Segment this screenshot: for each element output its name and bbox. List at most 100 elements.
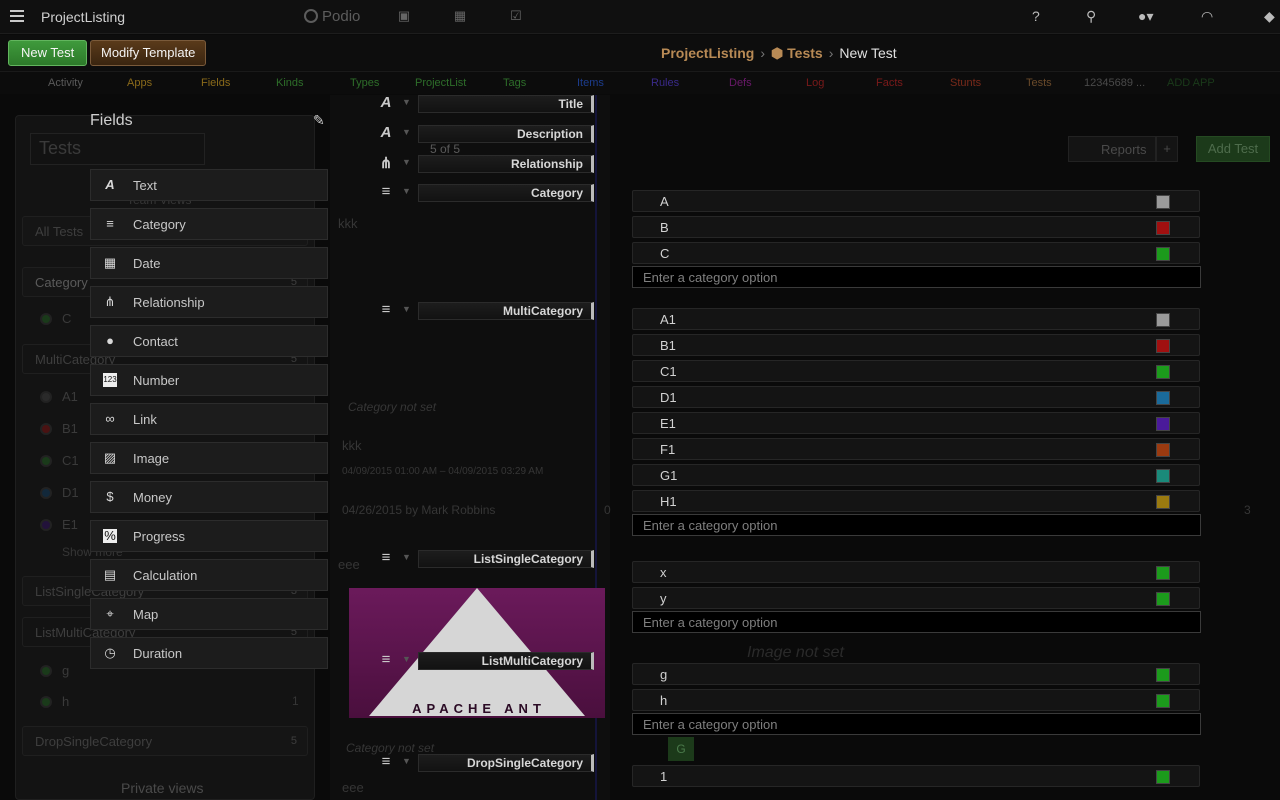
nav-item[interactable]: Tags	[503, 77, 526, 89]
help-icon[interactable]: ?	[1032, 8, 1040, 24]
caret-down-icon[interactable]: ▼	[402, 654, 411, 664]
field-type-category[interactable]: ≡ Category	[90, 208, 328, 240]
category-option[interactable]: A	[632, 190, 1200, 212]
category-option[interactable]: B1	[632, 334, 1200, 356]
nav-item[interactable]: Apps	[127, 77, 152, 89]
field-type-relationship[interactable]: ⋔ Relationship	[90, 286, 328, 318]
filter-option[interactable]: g	[40, 663, 69, 678]
filter-option[interactable]: A1	[40, 389, 78, 404]
nav-item[interactable]: Log	[806, 77, 824, 89]
color-swatch[interactable]	[1156, 195, 1170, 209]
category-option[interactable]: y	[632, 587, 1200, 609]
tasks-icon[interactable]: ☑	[509, 9, 523, 23]
filter-option[interactable]: D1	[40, 485, 79, 500]
caret-down-icon[interactable]: ▼	[402, 186, 411, 196]
color-swatch[interactable]	[1156, 566, 1170, 580]
category-option[interactable]: E1	[632, 412, 1200, 434]
field-type-map[interactable]: ⌖ Map	[90, 598, 328, 630]
color-swatch[interactable]	[1156, 495, 1170, 509]
template-field-list-single[interactable]: ≡ ▼ ListSingleCategory	[376, 548, 596, 570]
category-option[interactable]: A1	[632, 308, 1200, 330]
nav-item[interactable]: ProjectList	[415, 77, 466, 89]
field-type-progress[interactable]: % Progress	[90, 520, 328, 552]
item-title[interactable]: kkk	[342, 438, 362, 453]
search-icon[interactable]: ⚲	[1086, 8, 1096, 25]
search-input[interactable]: Tests	[30, 133, 205, 165]
color-swatch[interactable]	[1156, 443, 1170, 457]
color-swatch[interactable]	[1156, 469, 1170, 483]
nav-item[interactable]: Types	[350, 77, 379, 89]
plus-icon[interactable]: +	[1156, 136, 1178, 162]
field-type-duration[interactable]: ◷ Duration	[90, 637, 328, 669]
category-option-input[interactable]	[632, 713, 1201, 735]
nav-item[interactable]: Items	[577, 77, 604, 89]
color-swatch[interactable]	[1156, 694, 1170, 708]
category-option-input[interactable]	[632, 611, 1201, 633]
template-field-drop-single[interactable]: ≡ ▼ DropSingleCategory	[376, 752, 596, 774]
nav-item[interactable]: Kinds	[276, 77, 304, 89]
breadcrumb-workspace[interactable]: ProjectListing	[661, 45, 754, 61]
breadcrumb-app[interactable]: ⬢ Tests	[771, 45, 823, 61]
color-swatch[interactable]	[1156, 770, 1170, 784]
nav-item[interactable]: Activity	[48, 77, 83, 89]
category-option-input[interactable]	[632, 266, 1201, 288]
category-option[interactable]: 1	[632, 765, 1200, 787]
filter-option[interactable]: C	[40, 311, 71, 326]
field-type-image[interactable]: ▨ Image	[90, 442, 328, 474]
color-swatch[interactable]	[1156, 417, 1170, 431]
category-option[interactable]: B	[632, 216, 1200, 238]
nav-item[interactable]: Facts	[876, 77, 903, 89]
field-type-calculation[interactable]: ▤ Calculation	[90, 559, 328, 591]
field-type-text[interactable]: A Text	[90, 169, 328, 201]
color-swatch[interactable]	[1156, 313, 1170, 327]
category-option[interactable]: x	[632, 561, 1200, 583]
template-field-multicategory[interactable]: ≡ ▼ MultiCategory	[376, 300, 596, 322]
color-swatch[interactable]	[1156, 668, 1170, 682]
category-option[interactable]: C	[632, 242, 1200, 264]
item-title[interactable]: kkk	[338, 216, 358, 231]
item-title[interactable]: eee	[342, 780, 364, 795]
nav-item[interactable]: Rules	[651, 77, 679, 89]
color-swatch[interactable]	[1156, 221, 1170, 235]
category-option[interactable]: F1	[632, 438, 1200, 460]
category-option[interactable]: G1	[632, 464, 1200, 486]
template-field-relationship[interactable]: ⋔ ▼ Relationship	[376, 153, 596, 175]
template-field-list-multi[interactable]: ≡ ▼ ListMultiCategory	[376, 650, 596, 672]
color-swatch[interactable]	[1156, 391, 1170, 405]
item-title[interactable]: eee	[338, 557, 360, 572]
color-swatch[interactable]	[1156, 247, 1170, 261]
field-type-date[interactable]: ▦ Date	[90, 247, 328, 279]
field-type-link[interactable]: ∞ Link	[90, 403, 328, 435]
color-swatch[interactable]	[1156, 365, 1170, 379]
wrench-icon[interactable]: ✎	[313, 112, 325, 129]
podio-logo[interactable]: Podio	[304, 8, 360, 25]
new-test-button[interactable]: New Test	[8, 40, 88, 66]
color-swatch[interactable]	[1156, 339, 1170, 353]
field-type-contact[interactable]: ● Contact	[90, 325, 328, 357]
category-option[interactable]: g	[632, 663, 1200, 685]
nav-item[interactable]: 12345689 ...	[1084, 77, 1145, 89]
caret-down-icon[interactable]: ▼	[402, 157, 411, 167]
caret-down-icon[interactable]: ▼	[402, 756, 411, 766]
modify-template-button[interactable]: Modify Template	[90, 40, 207, 66]
contacts-icon[interactable]: ▣	[397, 9, 411, 23]
drop-single-filter[interactable]: DropSingleCategory 5	[22, 726, 308, 756]
tag-badge[interactable]: G	[668, 737, 694, 761]
nav-item[interactable]: Fields	[201, 77, 230, 89]
category-option-input[interactable]	[632, 514, 1201, 536]
template-field-description[interactable]: A ▼ Description	[376, 123, 596, 145]
caret-down-icon[interactable]: ▼	[402, 97, 411, 107]
filter-option[interactable]: E1	[40, 517, 78, 532]
template-field-category[interactable]: ≡ ▼ Category	[376, 182, 596, 204]
menu-icon[interactable]	[10, 10, 24, 22]
caret-down-icon[interactable]: ▼	[402, 127, 411, 137]
feed-icon[interactable]: ◠	[1201, 8, 1213, 25]
nav-item[interactable]: Defs	[729, 77, 752, 89]
nav-item[interactable]: Tests	[1026, 77, 1052, 89]
nav-item[interactable]: ADD APP	[1167, 77, 1215, 89]
filter-option[interactable]: h	[40, 694, 69, 709]
template-field-title[interactable]: A ▼ Title	[376, 93, 596, 115]
reports-button[interactable]: Reports	[1068, 136, 1156, 162]
field-type-money[interactable]: $ Money	[90, 481, 328, 513]
chat-icon[interactable]: ◆	[1264, 8, 1275, 25]
